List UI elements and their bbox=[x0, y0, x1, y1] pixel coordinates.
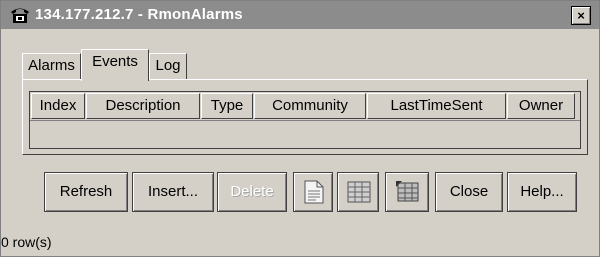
column-header-type[interactable]: Type bbox=[201, 93, 253, 119]
row-count-status: 0 row(s) bbox=[1, 234, 52, 250]
events-table: Index Description Type Community LastTim… bbox=[29, 91, 581, 149]
delete-button[interactable]: Delete bbox=[217, 172, 287, 212]
column-header-community[interactable]: Community bbox=[254, 93, 366, 119]
grid-icon bbox=[346, 179, 372, 220]
close-window-button[interactable]: × bbox=[571, 6, 591, 25]
tab-label: Alarms bbox=[28, 57, 75, 74]
telephone-icon bbox=[9, 5, 31, 25]
tab-label: Events bbox=[92, 53, 138, 70]
close-button[interactable]: Close bbox=[435, 172, 503, 212]
column-header-owner[interactable]: Owner bbox=[507, 93, 575, 119]
table-body[interactable] bbox=[30, 120, 580, 148]
copy-icon bbox=[302, 179, 326, 220]
table-header: Index Description Type Community LastTim… bbox=[30, 92, 580, 120]
tab-label: Log bbox=[155, 57, 181, 74]
column-header-lasttimesent[interactable]: LastTimeSent bbox=[367, 93, 506, 119]
grid-button[interactable] bbox=[337, 172, 379, 212]
title-bar[interactable]: 134.177.212.7 - RmonAlarms × bbox=[1, 1, 599, 29]
insert-button[interactable]: Insert... bbox=[132, 172, 214, 212]
copy-button[interactable] bbox=[293, 172, 333, 212]
close-icon: × bbox=[577, 8, 585, 23]
column-header-description[interactable]: Description bbox=[86, 93, 200, 119]
tab-events[interactable]: Events bbox=[81, 49, 149, 81]
export-icon bbox=[394, 179, 422, 220]
help-button[interactable]: Help... bbox=[507, 172, 577, 212]
refresh-button[interactable]: Refresh bbox=[44, 172, 128, 212]
column-header-index[interactable]: Index bbox=[31, 93, 85, 119]
tab-alarms[interactable]: Alarms bbox=[22, 53, 81, 79]
export-button[interactable] bbox=[385, 172, 429, 212]
tab-log[interactable]: Log bbox=[149, 53, 187, 79]
rmon-alarms-window: 134.177.212.7 - RmonAlarms × Alarms Even… bbox=[0, 0, 600, 257]
window-title: 134.177.212.7 - RmonAlarms bbox=[35, 6, 243, 23]
